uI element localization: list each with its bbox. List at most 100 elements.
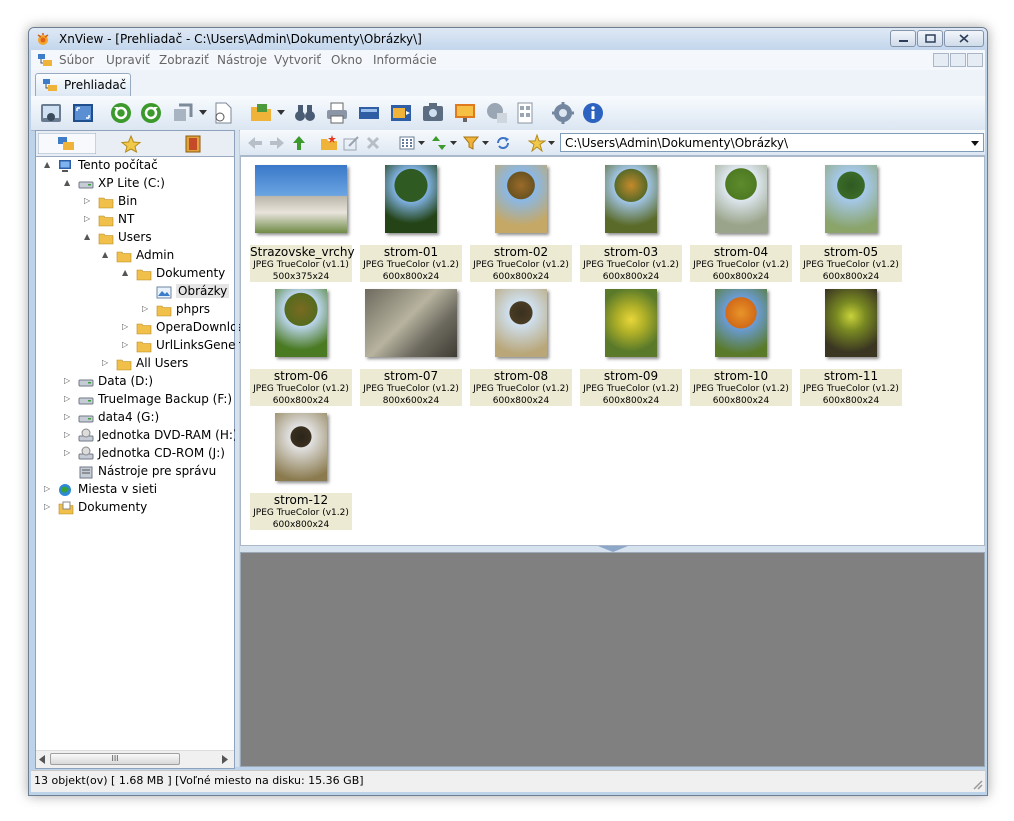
convert-icon[interactable] [171,101,195,125]
info-icon[interactable] [581,101,605,125]
tree-node[interactable]: ▷ phprs [36,301,234,319]
favorites-star-icon[interactable] [528,134,546,152]
tree-node[interactable]: ▲ Tento počítač [36,157,234,175]
tree-node[interactable]: ▷ data4 (G:) [36,409,234,427]
expand-arrow-icon[interactable]: ▷ [64,449,72,457]
thumbnail-item[interactable]: strom-03 JPEG TrueColor (v1.2) 600x800x24 [580,163,682,282]
tree-node[interactable]: ▷ TrueImage Backup (F:) [36,391,234,409]
tree-node[interactable]: ▷ UrlLinksGenera [36,337,248,355]
expand-arrow-icon[interactable]: ▷ [44,485,52,493]
rename-icon[interactable] [342,134,360,152]
forward-arrow-icon[interactable] [268,134,286,152]
scroll-right-arrow-icon[interactable] [222,755,229,764]
capture-icon[interactable] [421,101,445,125]
new-folder-icon[interactable] [320,134,338,152]
favorites-dropdown-icon[interactable] [548,141,555,146]
maximize-button[interactable] [917,30,943,47]
view-mode-dropdown-icon[interactable] [418,141,425,146]
rotate-left-icon[interactable] [109,101,133,125]
thumbnail-item[interactable]: strom-12 JPEG TrueColor (v1.2) 600x800x24 [250,411,352,530]
menu-subor[interactable]: Súbor [59,53,94,67]
collapse-arrow-icon[interactable]: ▲ [122,269,130,277]
sort-dropdown-icon[interactable] [450,141,457,146]
menu-vytvorit[interactable]: Vytvoriť [274,53,321,67]
delete-icon[interactable] [364,134,382,152]
binoculars-icon[interactable] [293,101,317,125]
fullscreen-icon[interactable] [71,101,95,125]
set-wallpaper-icon[interactable] [453,101,477,125]
view-mode-icon[interactable] [398,134,416,152]
mdi-restore-button[interactable] [950,53,966,67]
thumbnail-item[interactable]: strom-05 JPEG TrueColor (v1.2) 600x800x24 [800,163,902,282]
mdi-close-button[interactable] [967,53,983,67]
expand-arrow-icon[interactable]: ▷ [64,413,72,421]
print-icon[interactable] [325,101,349,125]
tab-favorites-icon[interactable] [102,133,160,154]
tree-node[interactable]: Nástroje pre správu [36,463,234,481]
tree-node[interactable]: ▷ Jednotka DVD-RAM (H:) [36,427,238,445]
convert-dropdown-icon[interactable] [199,110,207,116]
expand-arrow-icon[interactable]: ▷ [84,215,92,223]
tree-node[interactable]: ▷ Miesta v sieti [36,481,234,499]
open-dropdown-icon[interactable] [277,110,285,116]
menu-nastroje[interactable]: Nástroje [217,53,267,67]
tree-node[interactable]: ▷ Jednotka CD-ROM (J:) [36,445,234,463]
expand-arrow-icon[interactable]: ▷ [142,305,150,313]
path-dropdown-icon[interactable] [971,141,979,146]
thumbnail-item[interactable]: strom-06 JPEG TrueColor (v1.2) 600x800x24 [250,287,352,406]
panel-splitter[interactable] [235,130,239,767]
tree-node[interactable]: Obrázky [36,283,234,301]
scan-icon[interactable] [357,101,381,125]
tree-node[interactable]: ▷ All Users [36,355,234,373]
expand-arrow-icon[interactable]: ▷ [64,377,72,385]
slideshow-icon[interactable] [389,101,413,125]
thumbnail-item[interactable]: strom-09 JPEG TrueColor (v1.2) 600x800x24 [580,287,682,406]
rotate-right-icon[interactable] [139,101,163,125]
expand-arrow-icon[interactable]: ▷ [102,359,110,367]
tree-node[interactable]: ▷ NT [36,211,234,229]
collapse-arrow-icon[interactable]: ▲ [44,161,52,169]
scroll-left-arrow-icon[interactable] [39,755,46,764]
menu-informacie[interactable]: Informácie [373,53,437,67]
minimize-button[interactable] [890,30,916,47]
sort-icon[interactable] [430,134,448,152]
filter-dropdown-icon[interactable] [482,141,489,146]
view-image-icon[interactable] [39,101,63,125]
back-arrow-icon[interactable] [246,134,264,152]
resize-grip-icon[interactable] [971,778,983,790]
tree-node[interactable]: ▷ Data (D:) [36,373,234,391]
tree-node[interactable]: ▷ Bin [36,193,234,211]
up-folder-icon[interactable] [290,134,308,152]
collapse-arrow-icon[interactable]: ▲ [84,233,92,241]
expand-arrow-icon[interactable]: ▷ [44,503,52,511]
tree-node[interactable]: ▷ OperaDownloa [36,319,245,337]
properties-icon[interactable] [211,101,235,125]
expand-arrow-icon[interactable]: ▷ [122,323,130,331]
tree-horizontal-scrollbar[interactable]: III [36,750,234,768]
thumbnail-item[interactable]: Strazovske_vrchy JPEG TrueColor (v1.1) 500… [250,163,355,282]
thumbnail-item[interactable]: strom-07 JPEG TrueColor (v1.2) 800x600x24 [360,287,462,406]
contact-sheet-icon[interactable] [513,101,537,125]
menu-okno[interactable]: Okno [331,53,362,67]
tree-node[interactable]: ▲ Dokumenty [36,265,234,283]
thumbnail-item[interactable]: strom-01 JPEG TrueColor (v1.2) 600x800x24 [360,163,462,282]
close-button[interactable] [944,30,984,47]
tree-node[interactable]: ▲ Users [36,229,234,247]
web-page-icon[interactable] [485,101,509,125]
mdi-minimize-button[interactable] [933,53,949,67]
thumbnail-item[interactable]: strom-10 JPEG TrueColor (v1.2) 600x800x24 [690,287,792,406]
menu-zobrazit[interactable]: Zobraziť [159,53,209,67]
refresh-icon[interactable] [494,134,512,152]
address-path-field[interactable]: C:\Users\Admin\Dokumenty\Obrázky\ [560,133,984,152]
settings-gear-icon[interactable] [551,101,575,125]
tree-node[interactable]: ▲ XP Lite (C:) [36,175,234,193]
filter-icon[interactable] [462,134,480,152]
thumbnail-item[interactable]: strom-11 JPEG TrueColor (v1.2) 600x800x24 [800,287,902,406]
expand-arrow-icon[interactable]: ▷ [84,197,92,205]
expand-arrow-icon[interactable]: ▷ [64,395,72,403]
tab-folders-icon[interactable] [38,133,96,154]
scroll-thumb[interactable]: III [50,753,180,765]
open-folder-icon[interactable] [249,101,273,125]
menu-upravit[interactable]: Upraviť [106,53,150,67]
collapse-arrow-icon[interactable]: ▲ [64,179,72,187]
